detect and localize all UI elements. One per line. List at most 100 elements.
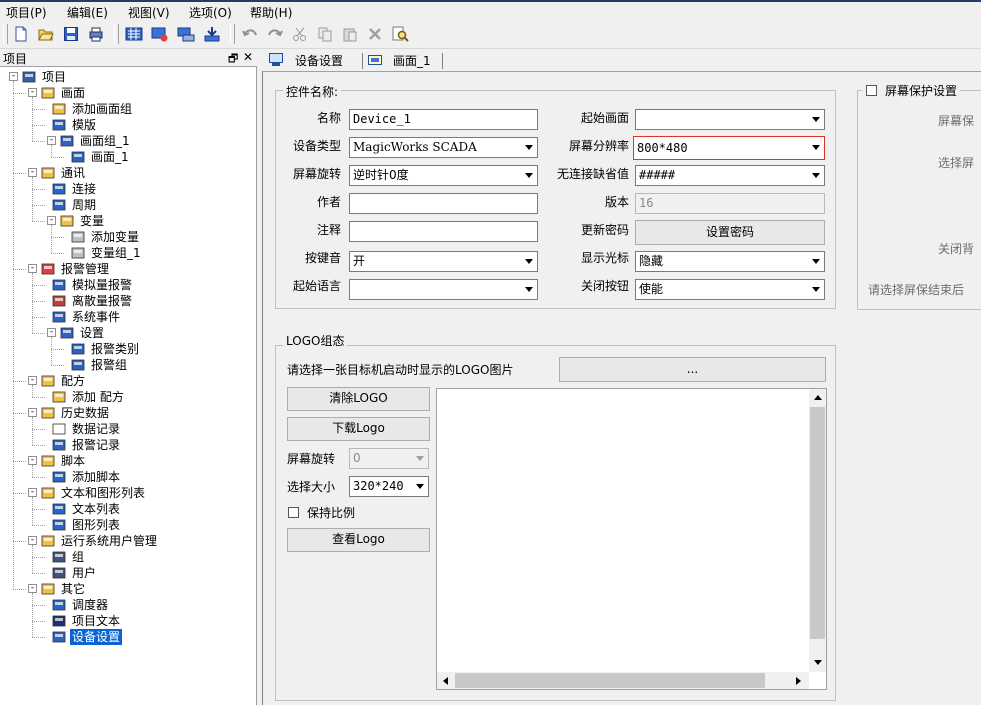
tree-item[interactable]: 图形列表 [0, 517, 256, 533]
download-icon[interactable] [176, 24, 196, 44]
menu-edit[interactable]: 编辑(E) [67, 4, 108, 21]
tree-item[interactable]: 画面_1 [0, 149, 256, 165]
tree-item[interactable]: 组 [0, 549, 256, 565]
name-field[interactable]: Device_1 [349, 109, 538, 130]
author-field[interactable] [349, 193, 538, 214]
copy-icon[interactable] [315, 24, 335, 44]
no-connection-default-select[interactable]: ##### [635, 165, 825, 186]
tree-item[interactable]: 报警类别 [0, 341, 256, 357]
comment-field[interactable] [349, 221, 538, 242]
menu-project[interactable]: 项目(P) [6, 4, 47, 21]
undo-icon[interactable] [240, 24, 260, 44]
tree-item[interactable]: 周期 [0, 197, 256, 213]
new-icon[interactable] [11, 24, 31, 44]
tree-item[interactable]: 项目文本 [0, 613, 256, 629]
tree-expander[interactable]: - [28, 456, 37, 465]
view-logo-button[interactable]: 查看Logo [287, 528, 430, 552]
find-icon[interactable] [390, 24, 410, 44]
tree-item[interactable]: 调度器 [0, 597, 256, 613]
scroll-right-icon[interactable] [791, 673, 806, 688]
start-language-select[interactable] [349, 279, 538, 300]
tree-item[interactable]: 设备设置 [0, 629, 256, 645]
browse-logo-button[interactable]: ... [559, 357, 826, 382]
tree-expander[interactable]: - [28, 376, 37, 385]
tree-expander[interactable]: - [28, 168, 37, 177]
menu-view[interactable]: 视图(V) [128, 4, 170, 21]
download-logo-button[interactable]: 下载Logo [287, 417, 430, 441]
open-icon[interactable] [36, 24, 56, 44]
tree-item[interactable]: 添加变量 [0, 229, 256, 245]
logo-size-select[interactable]: 320*240 [349, 476, 429, 497]
rotation-select[interactable]: 逆时针0度 [349, 165, 538, 186]
tree-item[interactable]: 模拟量报警 [0, 277, 256, 293]
tree-item[interactable]: 离散量报警 [0, 293, 256, 309]
screensaver-checkbox[interactable] [866, 85, 877, 96]
tree-expander[interactable]: - [28, 408, 37, 417]
chevron-down-icon[interactable] [808, 139, 823, 156]
tab-screen-1[interactable]: 画面_1 [365, 51, 443, 71]
scroll-left-icon[interactable] [438, 673, 453, 688]
menu-options[interactable]: 选项(O) [189, 4, 232, 21]
chevron-down-icon[interactable] [521, 139, 536, 156]
tree-item[interactable]: - 变量 [0, 213, 256, 229]
tree-item[interactable]: - 设置 [0, 325, 256, 341]
chevron-down-icon[interactable] [808, 167, 823, 184]
tree-expander[interactable]: - [28, 584, 37, 593]
scroll-down-icon[interactable] [810, 655, 825, 670]
scroll-up-icon[interactable] [810, 390, 825, 405]
chevron-down-icon[interactable] [521, 253, 536, 270]
horizontal-scroll-thumb[interactable] [455, 673, 765, 688]
tree-item[interactable]: - 脚本 [0, 453, 256, 469]
pin-icon[interactable]: 🗗 [228, 50, 238, 69]
upload-icon[interactable] [202, 24, 222, 44]
tree-item[interactable]: - 通讯 [0, 165, 256, 181]
tree-expander[interactable]: - [47, 328, 56, 337]
chevron-down-icon[interactable] [521, 281, 536, 298]
keep-ratio-checkbox[interactable] [288, 507, 299, 518]
tree-item[interactable]: - 项目 [0, 69, 256, 85]
tree-item[interactable]: - 文本和图形列表 [0, 485, 256, 501]
tree-item[interactable]: - 画面组_1 [0, 133, 256, 149]
tree-item[interactable]: 文本列表 [0, 501, 256, 517]
horizontal-scrollbar[interactable] [437, 672, 809, 689]
redo-icon[interactable] [265, 24, 285, 44]
show-cursor-select[interactable]: 隐藏 [635, 251, 825, 272]
tree-expander[interactable]: - [9, 72, 18, 81]
compile-icon[interactable] [124, 24, 144, 44]
toolbar-grip[interactable] [3, 24, 8, 44]
tree-item[interactable]: 添加画面组 [0, 101, 256, 117]
chevron-down-icon[interactable] [808, 253, 823, 270]
tree-expander[interactable]: - [28, 488, 37, 497]
tree-item[interactable]: 模版 [0, 117, 256, 133]
simulate-icon[interactable] [150, 24, 170, 44]
tree-item[interactable]: 变量组_1 [0, 245, 256, 261]
tree-item[interactable]: 用户 [0, 565, 256, 581]
chevron-down-icon[interactable] [808, 281, 823, 298]
tree-item[interactable]: 报警记录 [0, 437, 256, 453]
vertical-scrollbar[interactable] [809, 389, 826, 672]
tab-device-settings[interactable]: 设备设置 [264, 51, 359, 71]
tree-item[interactable]: 报警组 [0, 357, 256, 373]
close-button-select[interactable]: 使能 [635, 279, 825, 300]
cut-icon[interactable] [290, 24, 310, 44]
tree-item[interactable]: 连接 [0, 181, 256, 197]
vertical-scroll-thumb[interactable] [810, 407, 825, 639]
tree-item[interactable]: 数据记录 [0, 421, 256, 437]
save-icon[interactable] [61, 24, 81, 44]
tree-expander[interactable]: - [28, 264, 37, 273]
start-screen-select[interactable] [635, 109, 825, 130]
tree-item[interactable]: - 画面 [0, 85, 256, 101]
tree-expander[interactable]: - [28, 536, 37, 545]
device-type-select[interactable]: MagicWorks SCADA [349, 137, 538, 158]
tree-item[interactable]: - 运行系统用户管理 [0, 533, 256, 549]
paste-icon[interactable] [340, 24, 360, 44]
tree-item[interactable]: - 其它 [0, 581, 256, 597]
chevron-down-icon[interactable] [412, 478, 427, 495]
tree-expander[interactable]: - [47, 216, 56, 225]
chevron-down-icon[interactable] [521, 167, 536, 184]
set-password-button[interactable]: 设置密码 [635, 220, 825, 245]
chevron-down-icon[interactable] [808, 111, 823, 128]
menu-help[interactable]: 帮助(H) [250, 4, 292, 21]
tree-item[interactable]: 添加 配方 [0, 389, 256, 405]
key-sound-select[interactable]: 开 [349, 251, 538, 272]
